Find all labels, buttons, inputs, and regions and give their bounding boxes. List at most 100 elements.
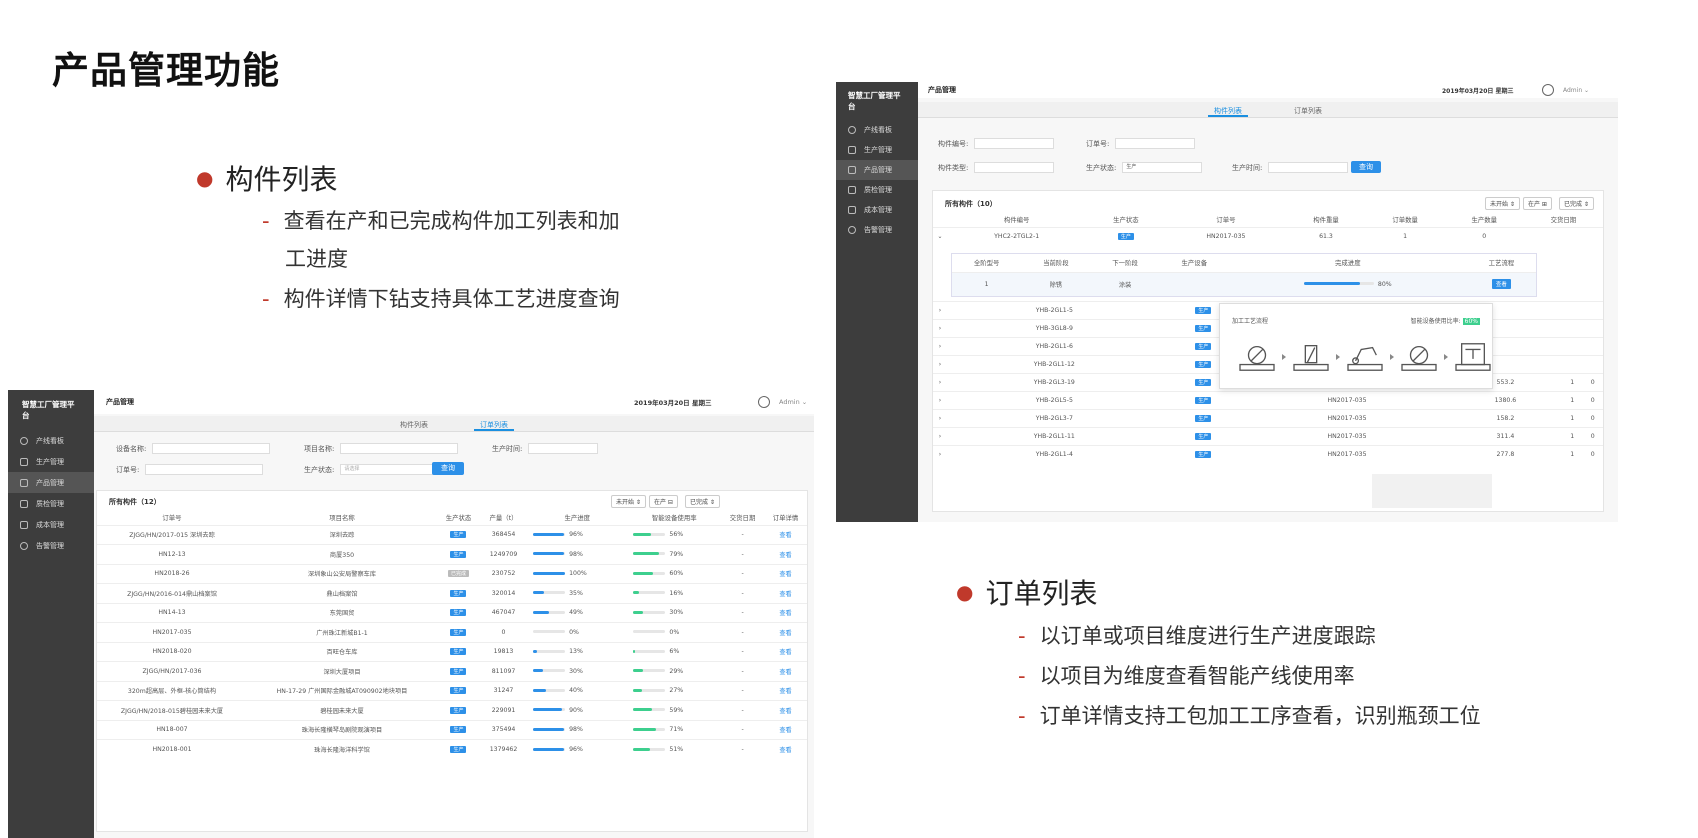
status-badge: 生产 (1195, 361, 1212, 368)
expand-icon[interactable]: › (933, 319, 947, 338)
sidebar-item-1[interactable]: 生产管理 (836, 140, 918, 160)
table-row[interactable]: HN2018-26 深圳象山公安局警察车库 已完成 230752 100% 60% - 查看 (97, 563, 807, 584)
table-row[interactable]: › YHB-2GL5-5 生产 HN2017-035 1380.6 1 0 (933, 391, 1603, 410)
view-detail-link[interactable]: 查看 (779, 747, 791, 754)
table-row[interactable]: HN2018-001 珠海长隆海洋科学馆 生产 1379462 96% 51% - 查看 (97, 739, 807, 759)
expand-icon[interactable]: › (933, 355, 947, 374)
expand-icon[interactable]: › (933, 337, 947, 356)
tab-orders[interactable]: 订单列表 (1288, 102, 1328, 117)
cell-date: - (721, 641, 765, 662)
cell-produced: 0 (1444, 226, 1524, 245)
view-detail-link[interactable]: 查看 (779, 688, 791, 695)
sidebar-item-label: 成本管理 (864, 206, 892, 214)
filter-completed[interactable]: 已完成 ⇕ (1559, 197, 1594, 210)
detail-panel: 全阶型号 当前阶段 下一阶段 生产设备 完成进度 工艺流程 1 除锈 涂装 80% 查看 (951, 253, 1537, 297)
table-row[interactable]: ⌄ YHC2-2TGL2-1 生产 HN2017-035 61.3 1 0 (933, 226, 1603, 245)
progress-bar (533, 630, 566, 634)
cell-usage: 59% (627, 700, 722, 720)
view-detail-link[interactable]: 查看 (779, 727, 791, 734)
sidebar-item-2[interactable]: 产品管理 (836, 160, 918, 180)
filter-not-started[interactable]: 未开始 ⇕ (611, 495, 646, 508)
filter-completed[interactable]: 已完成 ⇕ (685, 495, 720, 508)
filter-in-production[interactable]: 在产 ⊟ (649, 495, 678, 508)
part-type-input[interactable] (974, 162, 1055, 173)
arrow-icon (1282, 354, 1286, 360)
table-row[interactable]: › YHB-2GL1-4 生产 HN2017-035 277.8 1 0 (933, 445, 1603, 464)
table-row[interactable]: HN14-13 东莞国贸 生产 467047 49% 30% - 查看 (97, 602, 807, 623)
cell-status: 生产 (437, 583, 480, 603)
expand-icon[interactable]: › (933, 427, 947, 446)
view-detail-link[interactable]: 查看 (779, 610, 791, 617)
expand-icon[interactable]: › (933, 445, 947, 464)
cell-part: YHB-2GL5-5 (947, 391, 1162, 410)
view-detail-link[interactable]: 查看 (779, 669, 791, 676)
cell-action: 查看 (764, 583, 807, 603)
usage-label: 71% (669, 726, 684, 734)
query-button[interactable]: 查询 (432, 462, 464, 475)
usage-bar (633, 552, 666, 556)
sidebar-item-2[interactable]: 产品管理 (8, 472, 94, 493)
table-row[interactable]: ZJGG/HN/2018-015碧桂园未来大厦 碧桂园未来大厦 生产 229091 90… (97, 700, 807, 720)
table-row[interactable]: › YHB-2GL3-7 生产 HN2017-035 158.2 1 0 (933, 409, 1603, 428)
tab-components[interactable]: 构件列表 (1208, 102, 1248, 117)
sidebar-item-0[interactable]: 产线看板 (8, 430, 94, 451)
filter-not-started[interactable]: 未开始 ⇕ (1485, 197, 1520, 210)
view-detail-link[interactable]: 查看 (779, 708, 791, 715)
time-range-input[interactable] (528, 443, 599, 454)
collapse-icon[interactable]: ⌄ (933, 226, 947, 245)
expand-icon[interactable]: › (933, 391, 947, 410)
progress-bar (533, 610, 566, 614)
table-row[interactable]: ZJGG/HN/2017-036 深圳大厦项目 生产 811097 30% 29% - 查看 (97, 661, 807, 681)
order-no-input[interactable] (1115, 138, 1196, 149)
table-row[interactable]: HN2017-035 广州珠江新城B1-1 生产 0 0% 0% - 查看 (97, 622, 807, 642)
view-detail-link[interactable]: 查看 (779, 591, 791, 598)
view-detail-link[interactable]: 查看 (779, 571, 791, 578)
cell-part: YHB-2GL1-12 (947, 355, 1162, 374)
avatar-icon[interactable] (1542, 84, 1554, 96)
sidebar-item-4[interactable]: 成本管理 (836, 200, 918, 220)
view-detail-link[interactable]: 查看 (779, 532, 791, 539)
project-input[interactable] (340, 443, 459, 454)
table-row[interactable]: 320m超高层、外框-核心筒结构 HN-17-29 广州国际金融城AT090902… (97, 680, 807, 701)
expand-icon[interactable]: › (933, 373, 947, 392)
tab-components[interactable]: 构件列表 (394, 416, 434, 431)
sidebar-item-5[interactable]: 告警管理 (8, 535, 94, 556)
view-detail-link[interactable]: 查看 (779, 630, 791, 637)
sidebar-item-4[interactable]: 成本管理 (8, 514, 94, 535)
query-button[interactable]: 查询 (1351, 161, 1381, 173)
table-row[interactable]: ZJGG/HN/2016-014鼎山档案馆 鼎山档案馆 生产 320014 35% 16%… (97, 583, 807, 603)
avatar-icon[interactable] (758, 396, 770, 408)
tab-orders[interactable]: 订单列表 (474, 416, 514, 431)
cell-output: 230752 (479, 563, 528, 584)
time-range-input[interactable] (1268, 162, 1349, 173)
user-menu[interactable]: Admin ⌄ (1563, 87, 1589, 94)
components-table: 构件编号 生产状态 订单号 构件重量 订单数量 生产数量 交货日期 ⌄ YHC2-2TGL2… (933, 213, 1603, 245)
usage-bar (633, 747, 666, 751)
sidebar-item-0[interactable]: 产线看板 (836, 120, 918, 140)
table-row[interactable]: ZJGG/HN/2017-015 深圳去踪 深圳去踪 生产 368454 96% 56% -… (97, 524, 807, 545)
view-detail-link[interactable]: 查看 (779, 649, 791, 656)
expand-icon[interactable]: › (933, 301, 947, 320)
usage-bar (633, 591, 666, 595)
order-input[interactable] (145, 464, 264, 475)
cell-part: YHC2-2TGL2-1 (947, 226, 1087, 245)
sidebar-item-5[interactable]: 告警管理 (836, 220, 918, 240)
sidebar-item-3[interactable]: 质检管理 (836, 180, 918, 200)
sidebar-item-1[interactable]: 生产管理 (8, 451, 94, 472)
table-row[interactable]: › YHB-2GL1-11 生产 HN2017-035 311.4 1 0 (933, 427, 1603, 446)
part-no-input[interactable] (974, 138, 1055, 149)
view-process-button[interactable]: 查看 (1491, 279, 1511, 290)
table-row[interactable]: HN2018-020 百旺仓车库 生产 19813 13% 6% - 查看 (97, 641, 807, 662)
filter-in-production[interactable]: 在产 ⊞ (1523, 197, 1552, 210)
sidebar-item-3[interactable]: 质检管理 (8, 493, 94, 514)
user-menu[interactable]: Admin ⌄ (779, 398, 807, 406)
cell-detail-action: 查看 (1466, 271, 1536, 296)
expand-icon[interactable]: › (933, 409, 947, 428)
sidebar-item-label: 质检管理 (864, 186, 892, 194)
status-select[interactable]: 生产 (1122, 162, 1203, 173)
cell-produced (1582, 355, 1603, 374)
table-row[interactable]: HN12-13 商厦350 生产 1249709 98% 79% - 查看 (97, 544, 807, 564)
device-input[interactable] (152, 443, 271, 454)
view-detail-link[interactable]: 查看 (779, 552, 791, 559)
table-row[interactable]: HN18-007 珠海长隆横琴岛剧院观演项目 生产 375494 98% 71% - 查看 (97, 719, 807, 740)
